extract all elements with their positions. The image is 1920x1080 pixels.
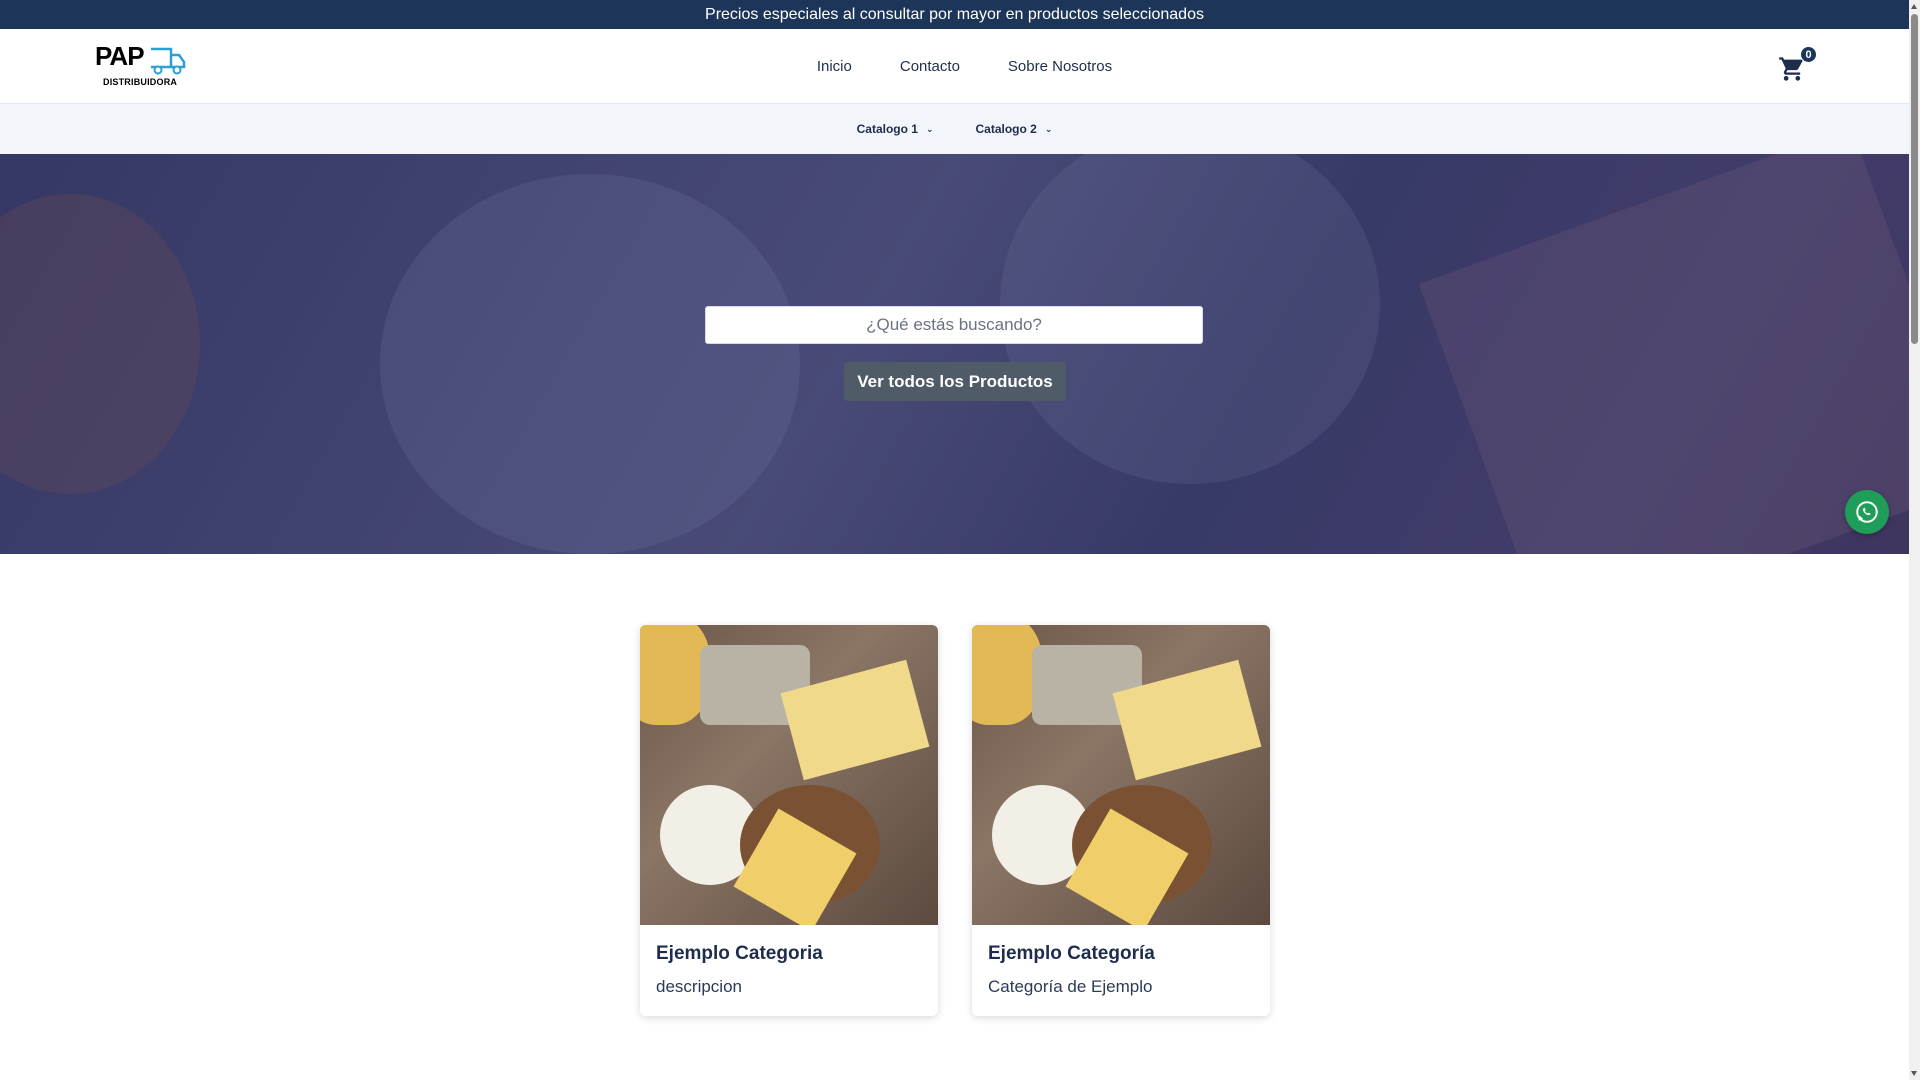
main-nav: Inicio Contacto Sobre Nosotros — [0, 29, 1909, 103]
catalog-1-label: Catalogo 1 — [856, 122, 918, 136]
nav-inicio[interactable]: Inicio — [817, 58, 852, 75]
category-card[interactable]: Ejemplo Categoria descripcion — [640, 625, 938, 1016]
hero-banner — [0, 154, 1909, 554]
category-image-cheese-platter — [640, 625, 938, 925]
promo-text: Precios especiales al consultar por mayo… — [705, 5, 1204, 23]
category-description: Categoría de Ejemplo — [988, 977, 1153, 996]
scroll-thumb[interactable] — [1911, 14, 1918, 344]
category-image-cheese-platter — [972, 625, 1270, 925]
vertical-scrollbar[interactable] — [1909, 0, 1920, 1080]
hero-overlay — [0, 154, 1909, 554]
site-header: PAP DISTRIBUIDORA Inicio Contacto Sobre … — [0, 29, 1909, 104]
view-all-products-button[interactable]: Ver todos los Productos — [844, 362, 1066, 401]
category-description: descripcion — [656, 977, 742, 996]
cart-button[interactable]: 0 — [1778, 47, 1816, 85]
catalog-2-dropdown[interactable]: Catalogo 2 ⌄ — [976, 122, 1053, 136]
category-title: Ejemplo Categoria — [656, 943, 823, 964]
page: Precios especiales al consultar por mayo… — [0, 0, 1909, 1080]
nav-sobre-nosotros[interactable]: Sobre Nosotros — [1008, 58, 1112, 75]
category-card[interactable]: Ejemplo Categoría Categoría de Ejemplo — [972, 625, 1270, 1016]
whatsapp-icon — [1856, 501, 1878, 523]
chevron-down-icon: ⌄ — [925, 123, 934, 134]
nav-contacto[interactable]: Contacto — [900, 58, 960, 75]
scroll-up-arrow[interactable] — [1911, 4, 1917, 9]
catalog-subnav: Catalogo 1 ⌄ Catalogo 2 ⌄ — [0, 104, 1909, 155]
promo-banner: Precios especiales al consultar por mayo… — [0, 0, 1909, 29]
catalog-2-label: Catalogo 2 — [975, 122, 1037, 136]
whatsapp-button[interactable] — [1845, 490, 1889, 534]
category-title: Ejemplo Categoría — [988, 943, 1155, 964]
catalog-1-dropdown[interactable]: Catalogo 1 ⌄ — [857, 122, 934, 136]
scroll-down-arrow[interactable] — [1911, 1071, 1917, 1076]
chevron-down-icon: ⌄ — [1044, 123, 1053, 134]
search-input[interactable] — [705, 306, 1203, 344]
cart-count-badge: 0 — [1801, 47, 1816, 62]
